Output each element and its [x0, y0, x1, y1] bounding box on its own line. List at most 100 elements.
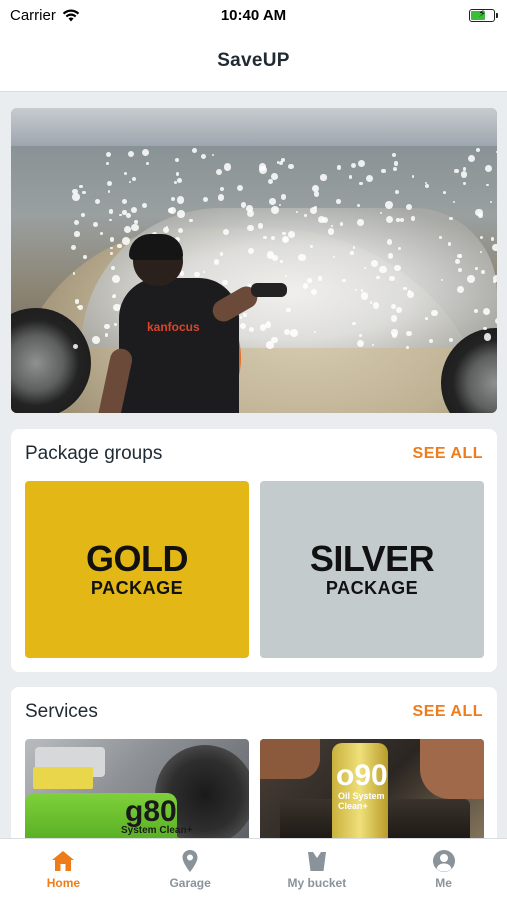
foam-speckle — [286, 307, 291, 313]
foam-speckle — [217, 194, 225, 201]
foam-speckle — [462, 167, 466, 171]
foam-speckle — [93, 221, 98, 227]
warning-sticker — [33, 767, 93, 789]
foam-speckle — [288, 163, 295, 170]
tab-my-bucket[interactable]: My bucket — [267, 849, 367, 890]
foam-speckle — [313, 206, 317, 210]
foam-speckle — [130, 207, 137, 214]
tab-home[interactable]: Home — [13, 849, 113, 890]
foam-speckle — [492, 279, 496, 283]
foam-speckle — [483, 326, 487, 331]
foam-speckle — [485, 164, 493, 172]
foam-speckle — [490, 237, 495, 241]
foam-speckle — [95, 199, 101, 205]
banner-ceiling — [11, 108, 497, 146]
wifi-icon — [62, 9, 80, 21]
service-tile-engine-cleaner[interactable]: g80 System Clean+ — [25, 739, 249, 847]
foam-speckle — [320, 174, 327, 181]
foam-speckle — [312, 184, 320, 192]
user-icon — [432, 850, 455, 872]
silver-package-name: SILVER — [309, 538, 435, 579]
foam-speckle — [424, 316, 428, 320]
foam-speckle — [463, 181, 467, 185]
foam-speckle — [202, 196, 208, 202]
foam-speckle — [200, 153, 207, 160]
services-card: Services SEE ALL g80 System Clean+ o90 O… — [11, 687, 497, 847]
tab-me[interactable]: Me — [394, 849, 494, 890]
gold-package-subtitle: PACKAGE — [90, 578, 184, 598]
banner-carousel[interactable]: kanfocus — [11, 108, 497, 413]
foam-speckle — [390, 315, 398, 322]
silver-package-tile[interactable]: SILVER PACKAGE — [260, 481, 484, 658]
foam-speckle — [363, 266, 366, 270]
foam-speckle — [289, 328, 298, 337]
services-title: Services — [25, 701, 98, 722]
foam-speckle — [73, 219, 80, 226]
foam-speckle — [447, 242, 452, 246]
cleaner-can-label: g80 — [125, 795, 177, 828]
tab-home-label: Home — [46, 876, 81, 890]
foam-speckle — [105, 152, 112, 158]
foam-speckle — [283, 329, 290, 336]
foam-speckle — [406, 330, 412, 337]
foam-speckle — [268, 179, 274, 185]
foam-speckle — [405, 203, 412, 210]
package-groups-see-all-button[interactable]: SEE ALL — [413, 445, 483, 463]
foam-speckle — [389, 276, 395, 282]
foam-speckle — [71, 245, 76, 251]
foam-speckle — [317, 276, 323, 281]
foam-speckle — [180, 271, 184, 275]
foam-speckle — [111, 275, 120, 284]
gold-package-tile[interactable]: GOLD PACKAGE — [25, 481, 249, 658]
foam-speckle — [267, 321, 270, 324]
foam-speckle — [280, 193, 287, 200]
foam-speckle — [410, 216, 415, 221]
foam-speckle — [411, 174, 415, 178]
foam-speckle — [92, 335, 101, 344]
foam-speckle — [365, 174, 373, 182]
package-groups-card: Package groups SEE ALL GOLD PACKAGE SILV… — [11, 429, 497, 672]
foam-speckle — [392, 152, 397, 157]
foam-speckle — [142, 148, 150, 156]
foam-speckle — [222, 279, 228, 286]
foam-speckle — [454, 258, 460, 264]
foam-speckle — [394, 189, 399, 194]
foam-speckle — [132, 177, 137, 182]
foam-speckle — [222, 228, 229, 235]
foam-speckle — [142, 203, 148, 209]
foam-speckle — [107, 180, 113, 186]
gold-package-name: GOLD — [86, 538, 189, 579]
foam-speckle — [78, 184, 83, 189]
navigation-bar: SaveUP — [0, 30, 507, 92]
foam-speckle — [82, 190, 86, 195]
foam-speckle — [496, 150, 497, 153]
banner-sprayer — [251, 283, 287, 297]
foam-speckle — [492, 243, 497, 252]
foam-speckle — [109, 237, 115, 242]
tab-my-bucket-label: My bucket — [287, 876, 347, 890]
foam-speckle — [188, 218, 193, 223]
foam-speckle — [386, 239, 393, 245]
foam-speckle — [454, 168, 459, 174]
foam-speckle — [107, 190, 111, 193]
service-tile-oil-cleaner[interactable]: o90 Oil System Clean+ — [260, 739, 484, 847]
foam-speckle — [391, 329, 398, 336]
foam-speckle — [279, 260, 283, 263]
banner-shirt-logo: kanfocus — [147, 320, 200, 334]
tab-garage[interactable]: Garage — [140, 849, 240, 890]
foam-speckle — [403, 286, 407, 290]
foam-speckle — [122, 236, 131, 245]
foam-speckle — [354, 288, 357, 291]
page-title: SaveUP — [217, 49, 290, 71]
foam-speckle — [176, 196, 185, 204]
services-see-all-button[interactable]: SEE ALL — [413, 703, 483, 721]
foam-speckle — [448, 337, 454, 342]
location-pin-icon — [182, 850, 198, 872]
tab-garage-label: Garage — [169, 876, 211, 890]
foam-speckle — [131, 223, 139, 232]
status-left: Carrier — [10, 7, 80, 24]
foam-speckle — [100, 231, 103, 235]
foam-speckle — [381, 168, 386, 174]
foam-speckle — [211, 153, 215, 156]
foam-speckle — [431, 309, 438, 317]
